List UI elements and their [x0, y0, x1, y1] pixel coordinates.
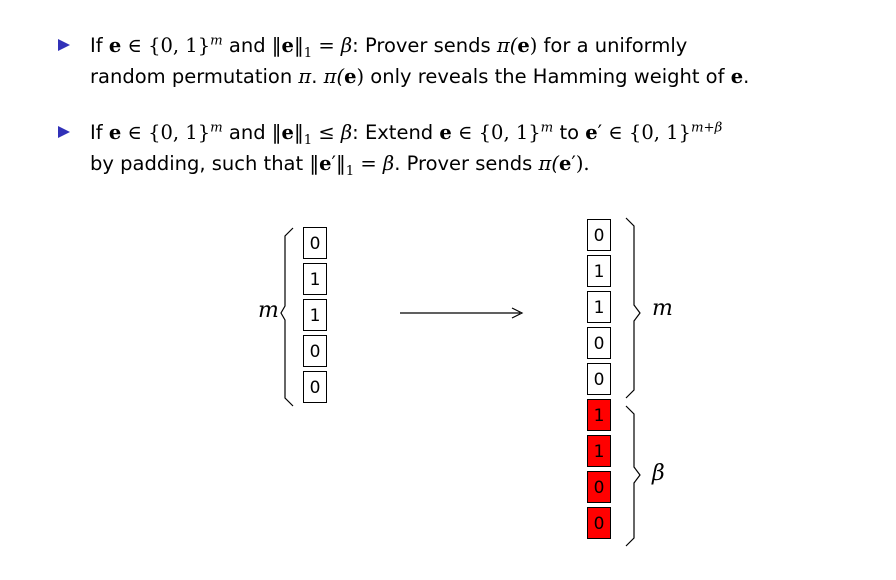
right-beta-brace — [625, 405, 641, 547]
right-vector-cell: 1 — [587, 291, 611, 323]
left-m-label: m — [258, 298, 279, 323]
right-beta-label: β — [652, 461, 665, 486]
right-vector-cell: 0 — [587, 219, 611, 251]
right-vector-cell: 0 — [587, 363, 611, 395]
left-brace — [280, 227, 294, 407]
left-vector-cell: 1 — [303, 299, 327, 331]
padding-cell: 0 — [587, 471, 611, 503]
left-vector-cell: 0 — [303, 335, 327, 367]
left-vector-cell: 0 — [303, 371, 327, 403]
right-m-brace — [625, 217, 641, 399]
left-vector-cell: 1 — [303, 263, 327, 295]
padding-cell: 0 — [587, 507, 611, 539]
left-vector-cell: 0 — [303, 227, 327, 259]
right-vector-cell: 0 — [587, 327, 611, 359]
padding-cell: 1 — [587, 435, 611, 467]
padding-cell: 1 — [587, 399, 611, 431]
right-vector-cell: 1 — [587, 255, 611, 287]
right-m-label: m — [652, 296, 673, 321]
diagram-lines — [280, 217, 641, 547]
